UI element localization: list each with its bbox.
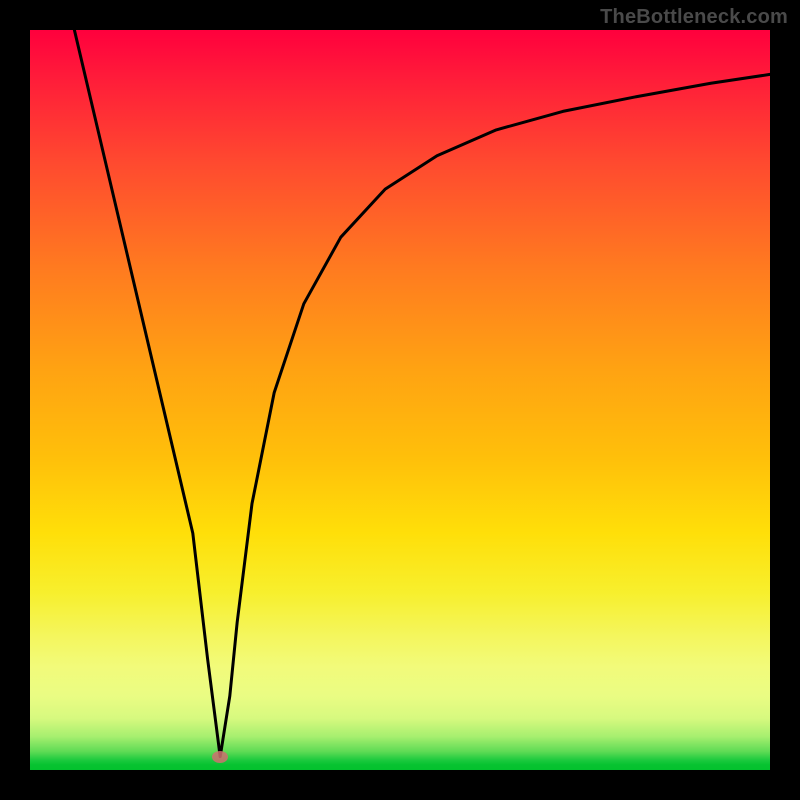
watermark-text: TheBottleneck.com [600,6,788,29]
minimum-marker [212,751,228,763]
bottleneck-curve [74,30,770,757]
plot-area [30,30,770,770]
chart-frame: TheBottleneck.com [0,0,800,800]
curve-svg [30,30,770,770]
